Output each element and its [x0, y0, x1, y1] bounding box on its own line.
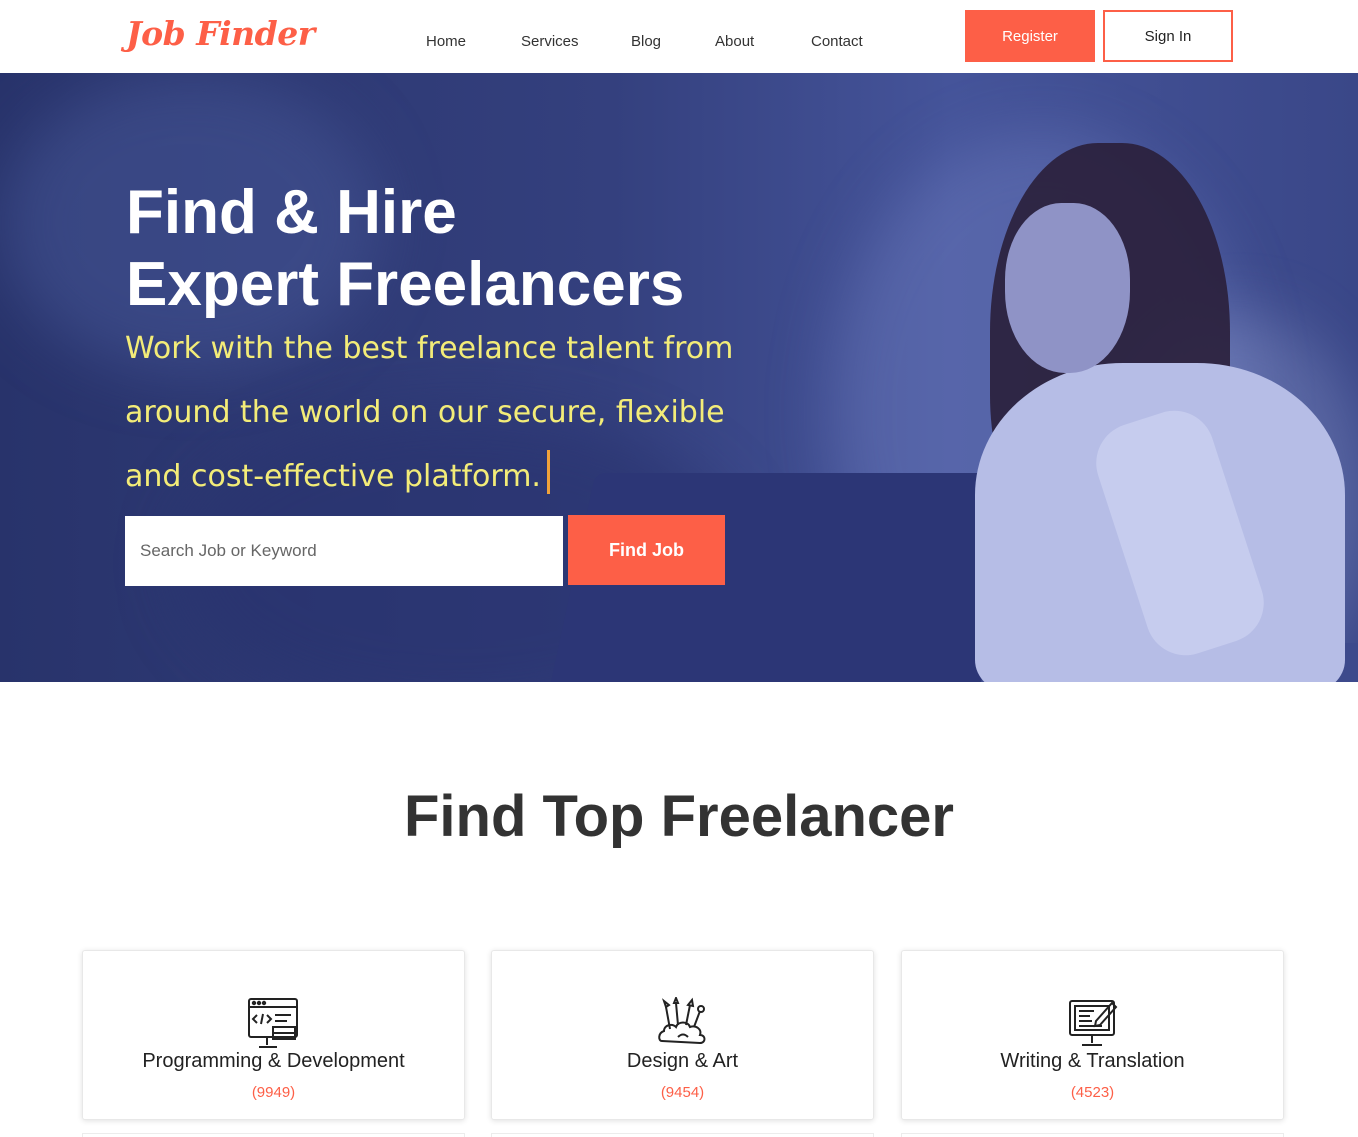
category-count: (9949) [251, 1084, 296, 1101]
card-peek [82, 1133, 465, 1137]
hero-person-face [1005, 203, 1130, 373]
card-peek [901, 1133, 1284, 1137]
category-title: Design & Art [626, 1050, 739, 1072]
nav-home[interactable]: Home [426, 33, 466, 50]
category-count: (9454) [660, 1084, 705, 1101]
art-supplies-icon [657, 997, 705, 1045]
site-header: Job Finder Home Services Blog About Cont… [0, 0, 1358, 73]
hero-title-line2: Expert Freelancers [126, 250, 685, 319]
register-button[interactable]: Register [965, 10, 1095, 62]
category-title: Writing & Translation [1000, 1050, 1185, 1072]
hero-title: Find & Hire Expert Freelancers [126, 177, 684, 321]
card-peek [491, 1133, 874, 1137]
sign-in-button[interactable]: Sign In [1103, 10, 1233, 62]
search-input[interactable] [140, 541, 540, 561]
category-card-design[interactable]: Design & Art (9454) [491, 950, 874, 1120]
hero-tagline: Work with the best freelance talent from… [125, 317, 785, 509]
nav-blog[interactable]: Blog [631, 33, 661, 50]
category-count: (4523) [1070, 1084, 1115, 1101]
section-title: Find Top Freelancer [403, 784, 954, 849]
search-box [125, 516, 563, 586]
nav-about[interactable]: About [715, 33, 754, 50]
hero-title-line1: Find & Hire [126, 178, 457, 247]
logo[interactable]: Job Finder [126, 14, 315, 53]
hero-banner: Find & Hire Expert Freelancers Work with… [0, 73, 1358, 682]
category-card-writing[interactable]: Writing & Translation (4523) [901, 950, 1284, 1120]
writing-monitor-icon [1068, 1000, 1117, 1046]
typing-caret [546, 450, 550, 494]
nav-contact[interactable]: Contact [811, 33, 863, 50]
category-title: Programming & Development [142, 1050, 405, 1072]
find-job-button[interactable]: Find Job [568, 515, 725, 585]
hero-tagline-text: Work with the best freelance talent from… [125, 331, 734, 494]
category-card-programming[interactable]: Programming & Development (9949) [82, 950, 465, 1120]
code-monitor-icon [247, 998, 298, 1048]
nav-services[interactable]: Services [521, 33, 579, 50]
